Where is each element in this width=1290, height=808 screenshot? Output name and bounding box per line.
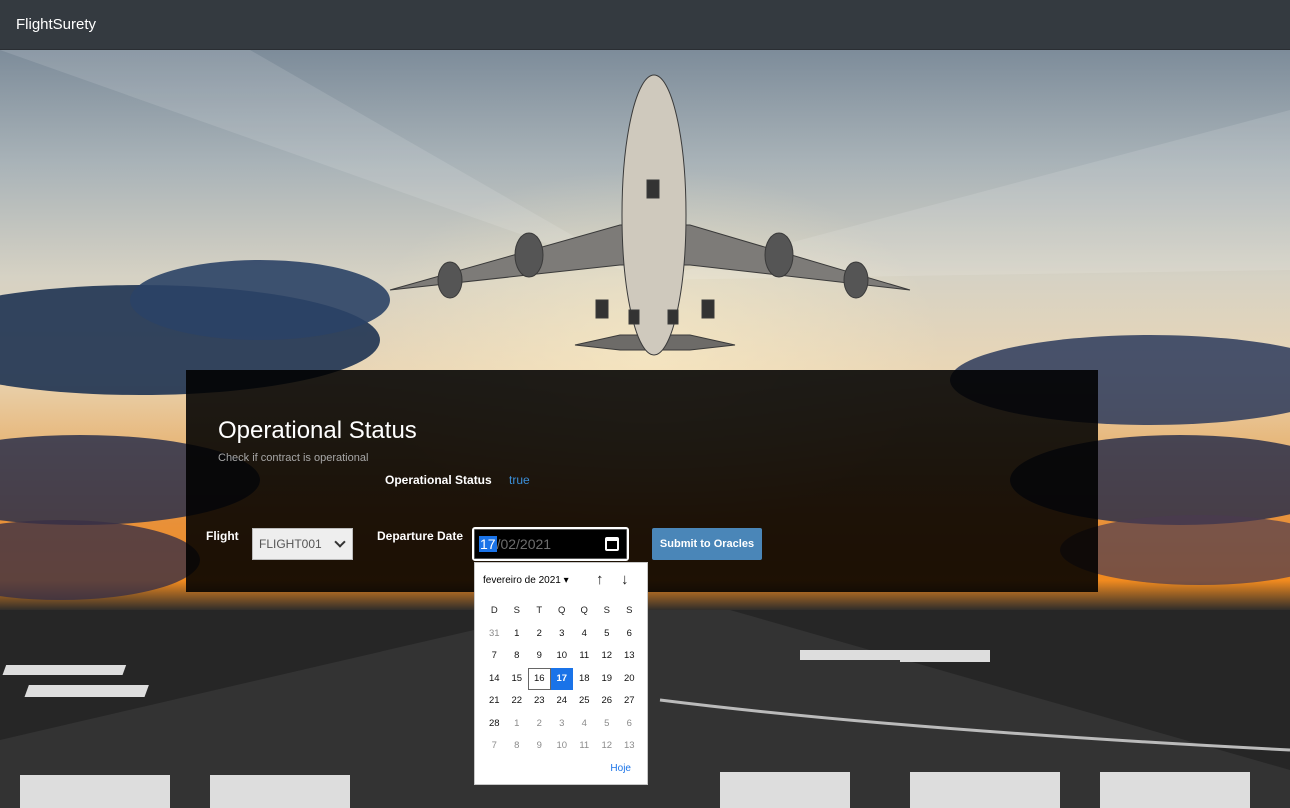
calendar-day[interactable]: 11 [573, 645, 596, 668]
calendar-day[interactable]: 7 [483, 735, 506, 758]
calendar-day[interactable]: 2 [528, 713, 551, 736]
operational-status-panel: Operational Status Check if contract is … [186, 370, 1098, 592]
calendar-day[interactable]: 15 [506, 668, 529, 691]
flight-label: Flight [206, 529, 239, 543]
calendar-day[interactable]: 28 [483, 713, 506, 736]
calendar-day[interactable]: 12 [596, 735, 619, 758]
calendar-day[interactable]: 19 [596, 668, 619, 691]
previous-month-icon[interactable]: ↑ [596, 571, 604, 588]
calendar-day[interactable]: 4 [573, 713, 596, 736]
calendar-day[interactable]: 4 [573, 623, 596, 646]
panel-title: Operational Status [218, 417, 417, 444]
flight-select[interactable]: FLIGHT001 [252, 528, 353, 560]
calendar-day[interactable]: 13 [618, 735, 641, 758]
weekday-header: S [513, 605, 520, 616]
brand-logo[interactable]: FlightSurety [16, 16, 96, 33]
weekday-header: Q [558, 605, 566, 616]
submit-to-oracles-button[interactable]: Submit to Oracles [652, 528, 762, 560]
calendar-day[interactable]: 2 [528, 623, 551, 646]
navbar: FlightSurety [0, 0, 1290, 50]
calendar-day[interactable]: 5 [596, 623, 619, 646]
calendar-day[interactable]: 20 [618, 668, 641, 691]
calendar-day[interactable]: 21 [483, 690, 506, 713]
operational-status-value: true [509, 473, 530, 487]
calendar-day[interactable]: 25 [573, 690, 596, 713]
calendar-day[interactable]: 10 [551, 645, 574, 668]
calendar-day[interactable]: 7 [483, 645, 506, 668]
departure-date-input[interactable]: 17 /02/2021 [472, 527, 629, 561]
calendar-day[interactable]: 6 [618, 623, 641, 646]
calendar-day[interactable]: 1 [506, 623, 529, 646]
calendar-day[interactable]: 13 [618, 645, 641, 668]
calendar-day[interactable]: 18 [573, 668, 596, 691]
today-button[interactable]: Hoje [610, 763, 631, 774]
calendar-day[interactable]: 23 [528, 690, 551, 713]
calendar-day[interactable]: 31 [483, 623, 506, 646]
calendar-day[interactable]: 8 [506, 735, 529, 758]
flight-select-value: FLIGHT001 [259, 537, 322, 551]
calendar-grid: D S T Q Q S S 31 1 2 3 4 5 6 7 8 9 10 11 12 13 14 15 16 17 18 19 20… [483, 600, 641, 758]
calendar-day[interactable]: 3 [551, 713, 574, 736]
chevron-down-icon [334, 536, 346, 548]
weekday-header: T [536, 605, 543, 616]
panel-subtitle: Check if contract is operational [218, 452, 369, 464]
date-day-segment[interactable]: 17 [479, 536, 497, 552]
calendar-day[interactable]: 10 [551, 735, 574, 758]
weekday-header: Q [580, 605, 588, 616]
calendar-day[interactable]: 5 [596, 713, 619, 736]
calendar-day[interactable]: 24 [551, 690, 574, 713]
weekday-header: S [626, 605, 633, 616]
calendar-day[interactable]: 14 [483, 668, 506, 691]
calendar-day[interactable]: 11 [573, 735, 596, 758]
calendar-day[interactable]: 27 [618, 690, 641, 713]
calendar-day[interactable]: 9 [528, 735, 551, 758]
calendar-day[interactable]: 1 [506, 713, 529, 736]
date-picker-popup: fevereiro de 2021 ▾ ↑ ↓ D S T Q Q S S 31 1 2 3 4 5 6 7… [474, 562, 648, 785]
operational-status-label: Operational Status [385, 473, 492, 487]
calendar-day[interactable]: 12 [596, 645, 619, 668]
weekday-header: S [603, 605, 610, 616]
calendar-day[interactable]: 22 [506, 690, 529, 713]
departure-date-label: Departure Date [377, 529, 464, 543]
calendar-day[interactable]: 3 [551, 623, 574, 646]
calendar-day[interactable]: 6 [618, 713, 641, 736]
next-month-icon[interactable]: ↓ [621, 571, 629, 588]
calendar-day[interactable]: 17 [550, 667, 573, 690]
weekday-header: D [490, 605, 498, 616]
calendar-icon[interactable] [605, 537, 619, 551]
calendar-day[interactable]: 9 [528, 645, 551, 668]
calendar-day[interactable]: 8 [506, 645, 529, 668]
calendar-day[interactable]: 26 [596, 690, 619, 713]
calendar-day[interactable]: 16 [528, 667, 551, 690]
month-year-dropdown[interactable]: fevereiro de 2021 ▾ [483, 575, 569, 586]
date-rest-segment[interactable]: /02/2021 [497, 536, 552, 552]
